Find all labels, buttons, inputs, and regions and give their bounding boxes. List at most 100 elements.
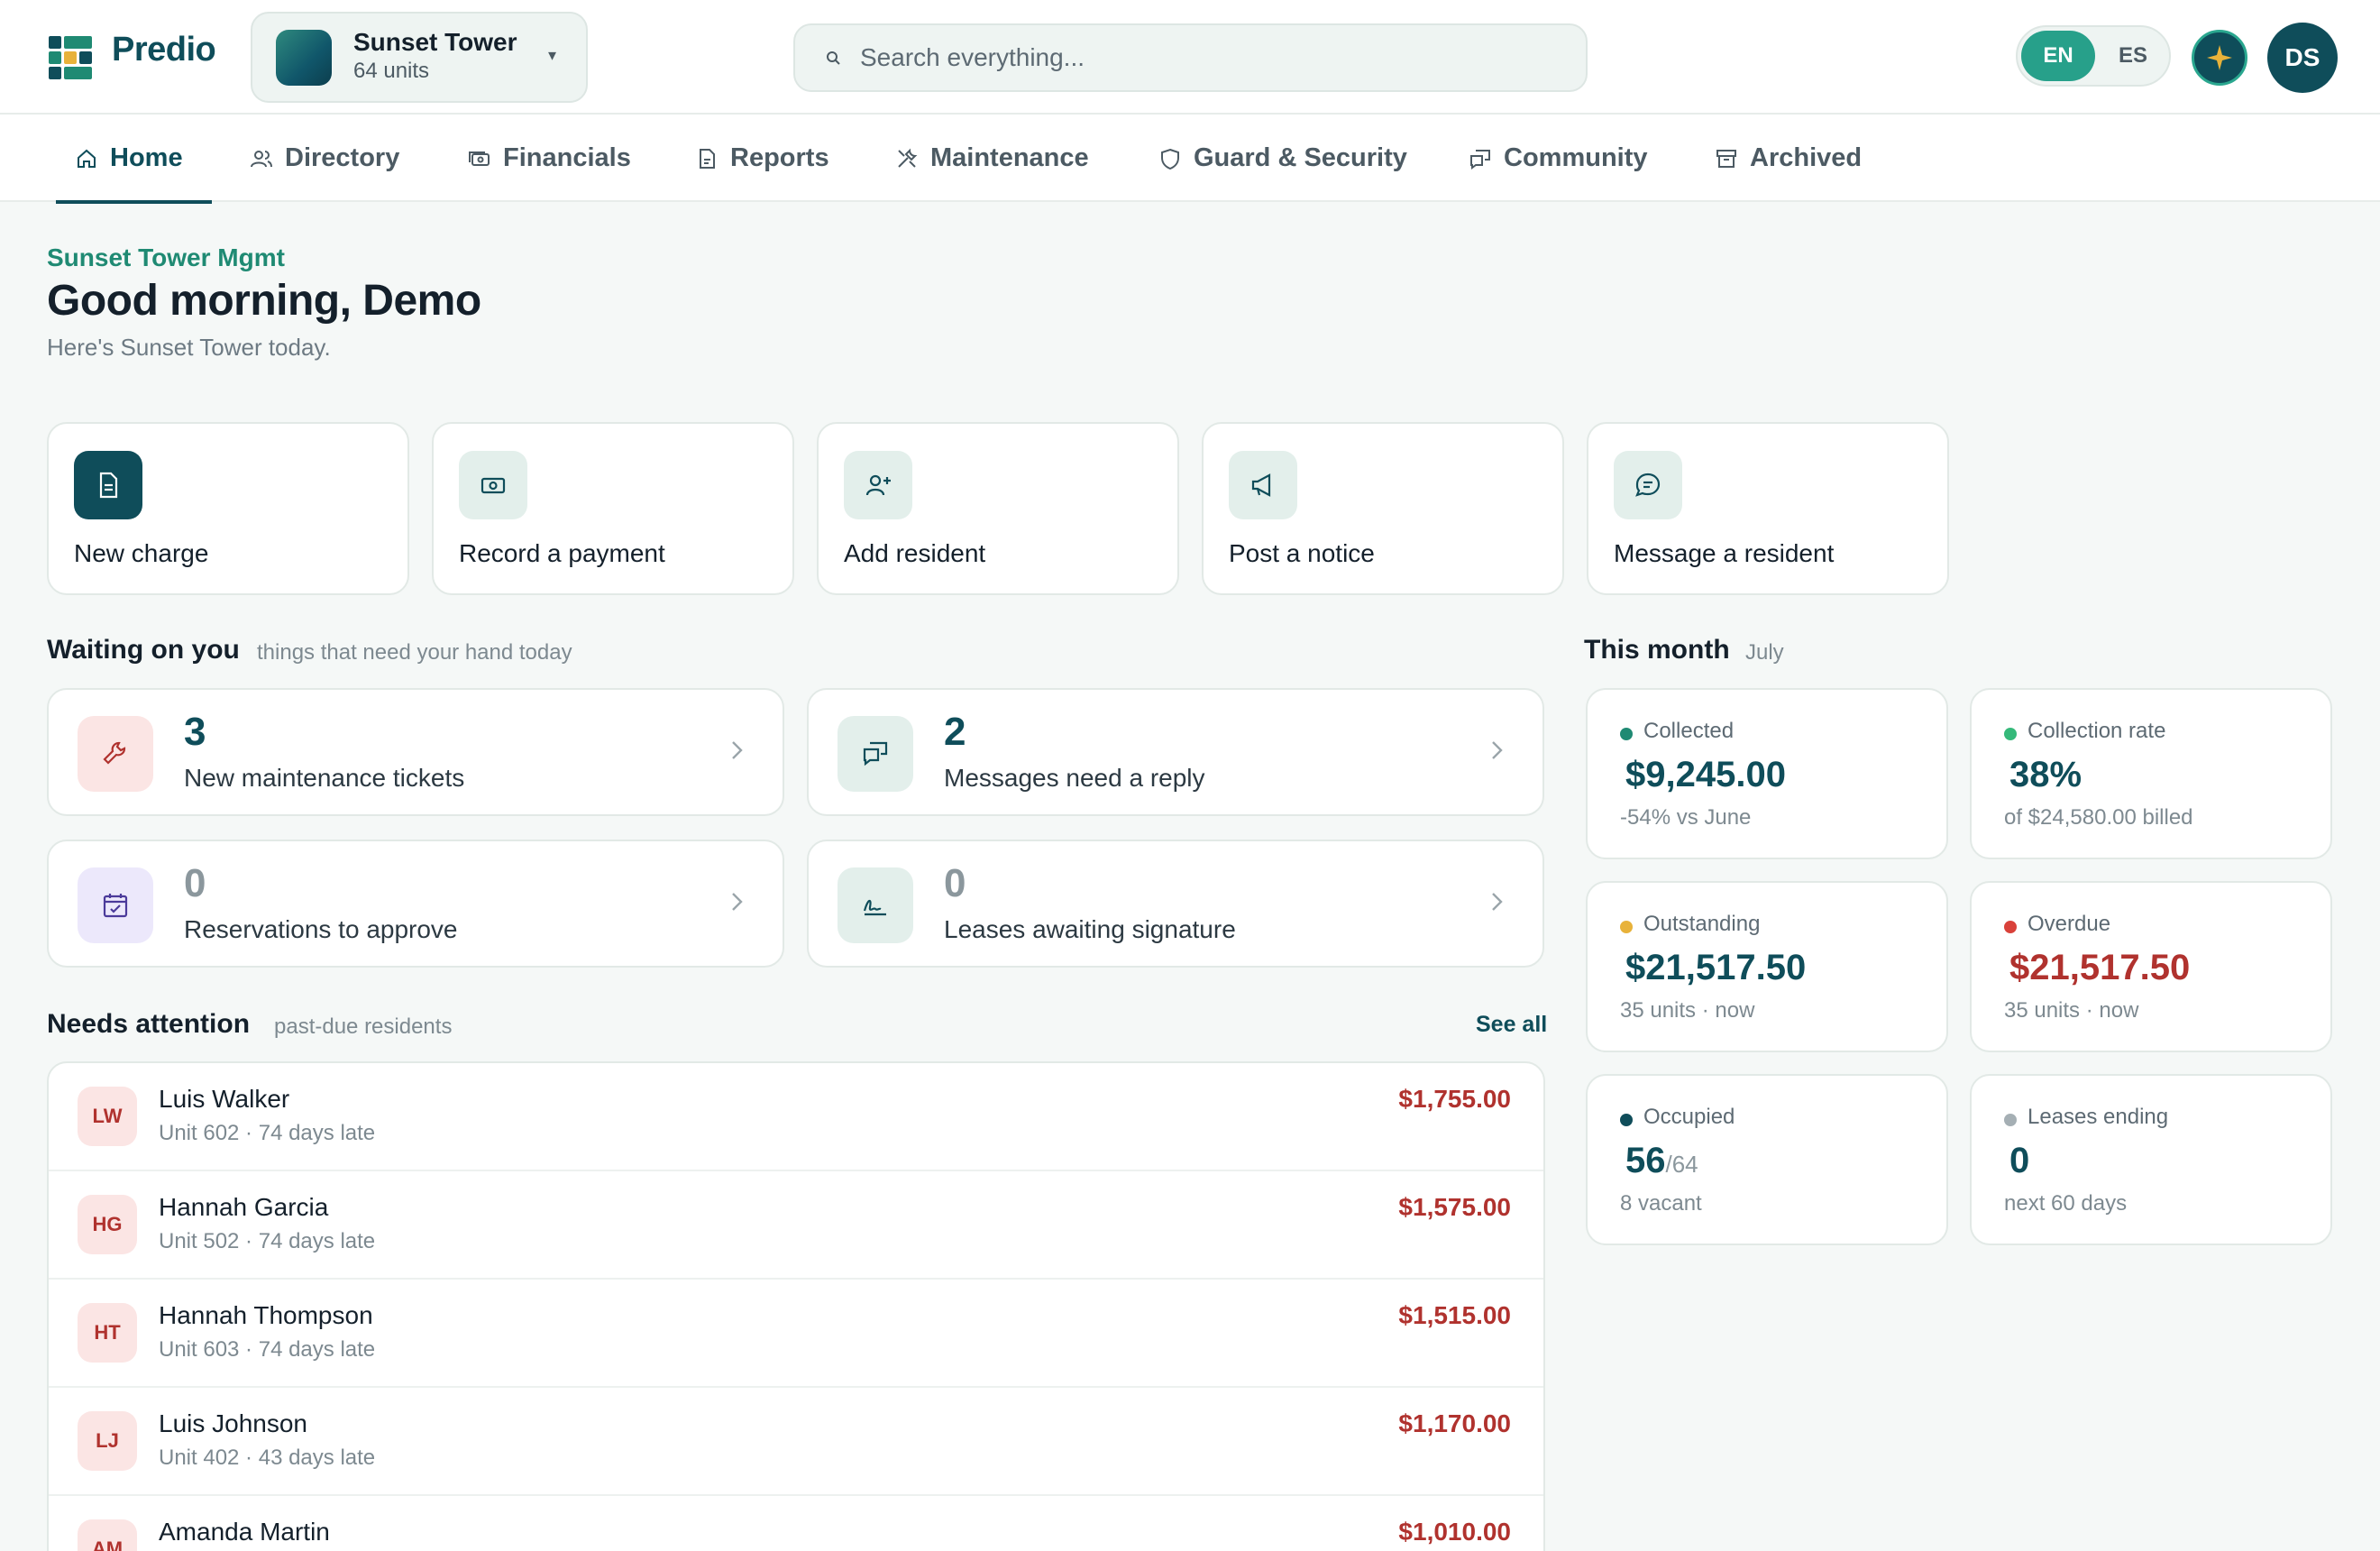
page-subtitle: Here's Sunset Tower today. [47, 334, 331, 361]
tab-label: Directory [285, 143, 400, 172]
status-dot [2004, 1114, 2017, 1126]
chevron-right-icon [1492, 893, 1503, 911]
message-resident-button[interactable]: Message a resident [1587, 422, 1949, 595]
tab-label: Guard & Security [1194, 143, 1407, 172]
action-label: New charge [74, 539, 209, 567]
resident-initials: AM [78, 1519, 137, 1551]
resident-initials: HG [78, 1195, 137, 1254]
reservations-card[interactable]: 0 Reservations to approve [47, 840, 784, 968]
stat-label: Collection rate [2028, 719, 2166, 743]
stat-note: 35 units · now [2004, 998, 2139, 1023]
stat-collected: Collected $9,245.00 -54% vs June [1586, 688, 1948, 859]
amount-due: $1,010.00 [1398, 1518, 1511, 1546]
tab-home[interactable]: Home [56, 115, 212, 204]
resident-name: Luis Walker [159, 1085, 290, 1113]
leases-signature-card[interactable]: 0 Leases awaiting signature [807, 840, 1544, 968]
stat-value-wrap: 56/64 [1625, 1141, 1698, 1181]
sparkle-icon [2207, 45, 2232, 70]
tab-directory[interactable]: Directory [249, 115, 399, 202]
users-icon [251, 150, 272, 167]
home-icon [78, 149, 96, 168]
building-selector[interactable]: Sunset Tower 64 units ▾ [251, 12, 588, 103]
user-plus-icon [865, 474, 891, 496]
chevron-right-icon [1492, 741, 1503, 759]
post-notice-button[interactable]: Post a notice [1202, 422, 1564, 595]
attention-section-title: Needs attention [47, 1009, 251, 1039]
action-icon-box [1614, 451, 1682, 519]
tab-maintenance[interactable]: Maintenance [894, 115, 1089, 202]
chevron-right-icon [732, 893, 743, 911]
wrench-icon [103, 741, 126, 765]
resident-detail: Unit 402 · 43 days late [159, 1445, 376, 1470]
status-dot [2004, 921, 2017, 933]
tab-label: Financials [503, 143, 631, 172]
tools-icon [898, 148, 918, 168]
card-count: 0 [944, 861, 966, 905]
stat-leases-ending: Leases ending 0 next 60 days [1970, 1074, 2332, 1245]
see-all-link[interactable]: See all [1476, 1012, 1547, 1038]
stat-value: 56 [1625, 1141, 1666, 1180]
resident-initials: LW [78, 1087, 137, 1146]
month-section-title: This month [1584, 635, 1730, 665]
list-item[interactable]: LJ Luis Johnson Unit 402 · 43 days late … [49, 1388, 1543, 1496]
card-icon-box [78, 867, 153, 943]
amount-due: $1,515.00 [1398, 1301, 1511, 1329]
record-payment-button[interactable]: Record a payment [432, 422, 794, 595]
card-count: 0 [184, 861, 206, 905]
new-charge-button[interactable]: New charge [47, 422, 409, 595]
search-icon [827, 51, 840, 65]
stat-collection-rate: Collection rate 38% of $24,580.00 billed [1970, 688, 2332, 859]
chat-icon [1470, 149, 1490, 170]
tab-financials[interactable]: Financials [467, 115, 631, 202]
tab-label: Reports [730, 143, 829, 172]
stat-label: Collected [1643, 719, 1735, 743]
stat-value: $9,245.00 [1625, 755, 1786, 794]
status-dot [1620, 921, 1633, 933]
past-due-list: LW Luis Walker Unit 602 · 74 days late $… [47, 1061, 1545, 1551]
document-icon [99, 472, 118, 499]
add-resident-button[interactable]: Add resident [817, 422, 1179, 595]
action-label: Record a payment [459, 539, 665, 567]
card-icon-box [78, 716, 153, 792]
tab-reports[interactable]: Reports [694, 115, 829, 202]
status-dot [1620, 728, 1633, 740]
sparkle-button[interactable] [2192, 30, 2247, 86]
tab-archived[interactable]: Archived [1714, 115, 1862, 202]
list-item[interactable]: LW Luis Walker Unit 602 · 74 days late $… [49, 1063, 1543, 1171]
lang-es-button[interactable]: ES [2097, 31, 2169, 81]
waiting-section-title: Waiting on you [47, 635, 240, 665]
maintenance-tickets-card[interactable]: 3 New maintenance tickets [47, 688, 784, 816]
card-label: Reservations to approve [184, 915, 458, 943]
stat-value: $21,517.50 [1625, 948, 1807, 987]
card-count: 3 [184, 710, 206, 754]
tab-community[interactable]: Community [1468, 115, 1648, 202]
messages-icon [863, 741, 888, 766]
signature-icon [863, 899, 886, 916]
lang-en-button[interactable]: EN [2021, 31, 2095, 81]
search-input[interactable] [860, 36, 1563, 79]
amount-due: $1,575.00 [1398, 1193, 1511, 1221]
resident-detail: Unit 502 · 74 days late [159, 1229, 376, 1253]
shield-icon [1161, 148, 1179, 170]
tab-guard-security[interactable]: Guard & Security [1158, 115, 1407, 202]
user-avatar[interactable]: DS [2267, 23, 2338, 93]
amount-due: $1,755.00 [1398, 1085, 1511, 1113]
megaphone-icon [1251, 473, 1271, 497]
card-label: Leases awaiting signature [944, 915, 1236, 943]
list-item[interactable]: HT Hannah Thompson Unit 603 · 74 days la… [49, 1280, 1543, 1388]
action-label: Post a notice [1229, 539, 1375, 567]
list-item[interactable]: AM Amanda Martin $1,010.00 [49, 1496, 1543, 1551]
chevron-down-icon: ▾ [548, 46, 557, 64]
stat-value: 38% [2009, 755, 2082, 794]
tab-label: Community [1504, 143, 1648, 172]
list-item[interactable]: HG Hannah Garcia Unit 502 · 74 days late… [49, 1171, 1543, 1280]
money-icon [469, 151, 490, 166]
messages-reply-card[interactable]: 2 Messages need a reply [807, 688, 1544, 816]
resident-initials: HT [78, 1303, 137, 1363]
resident-detail: Unit 602 · 74 days late [159, 1121, 376, 1145]
calendar-check-icon [103, 894, 128, 918]
search-bar[interactable] [793, 23, 1588, 92]
status-dot [1620, 1114, 1633, 1126]
resident-initials: LJ [78, 1411, 137, 1471]
resident-name: Hannah Garcia [159, 1193, 329, 1221]
